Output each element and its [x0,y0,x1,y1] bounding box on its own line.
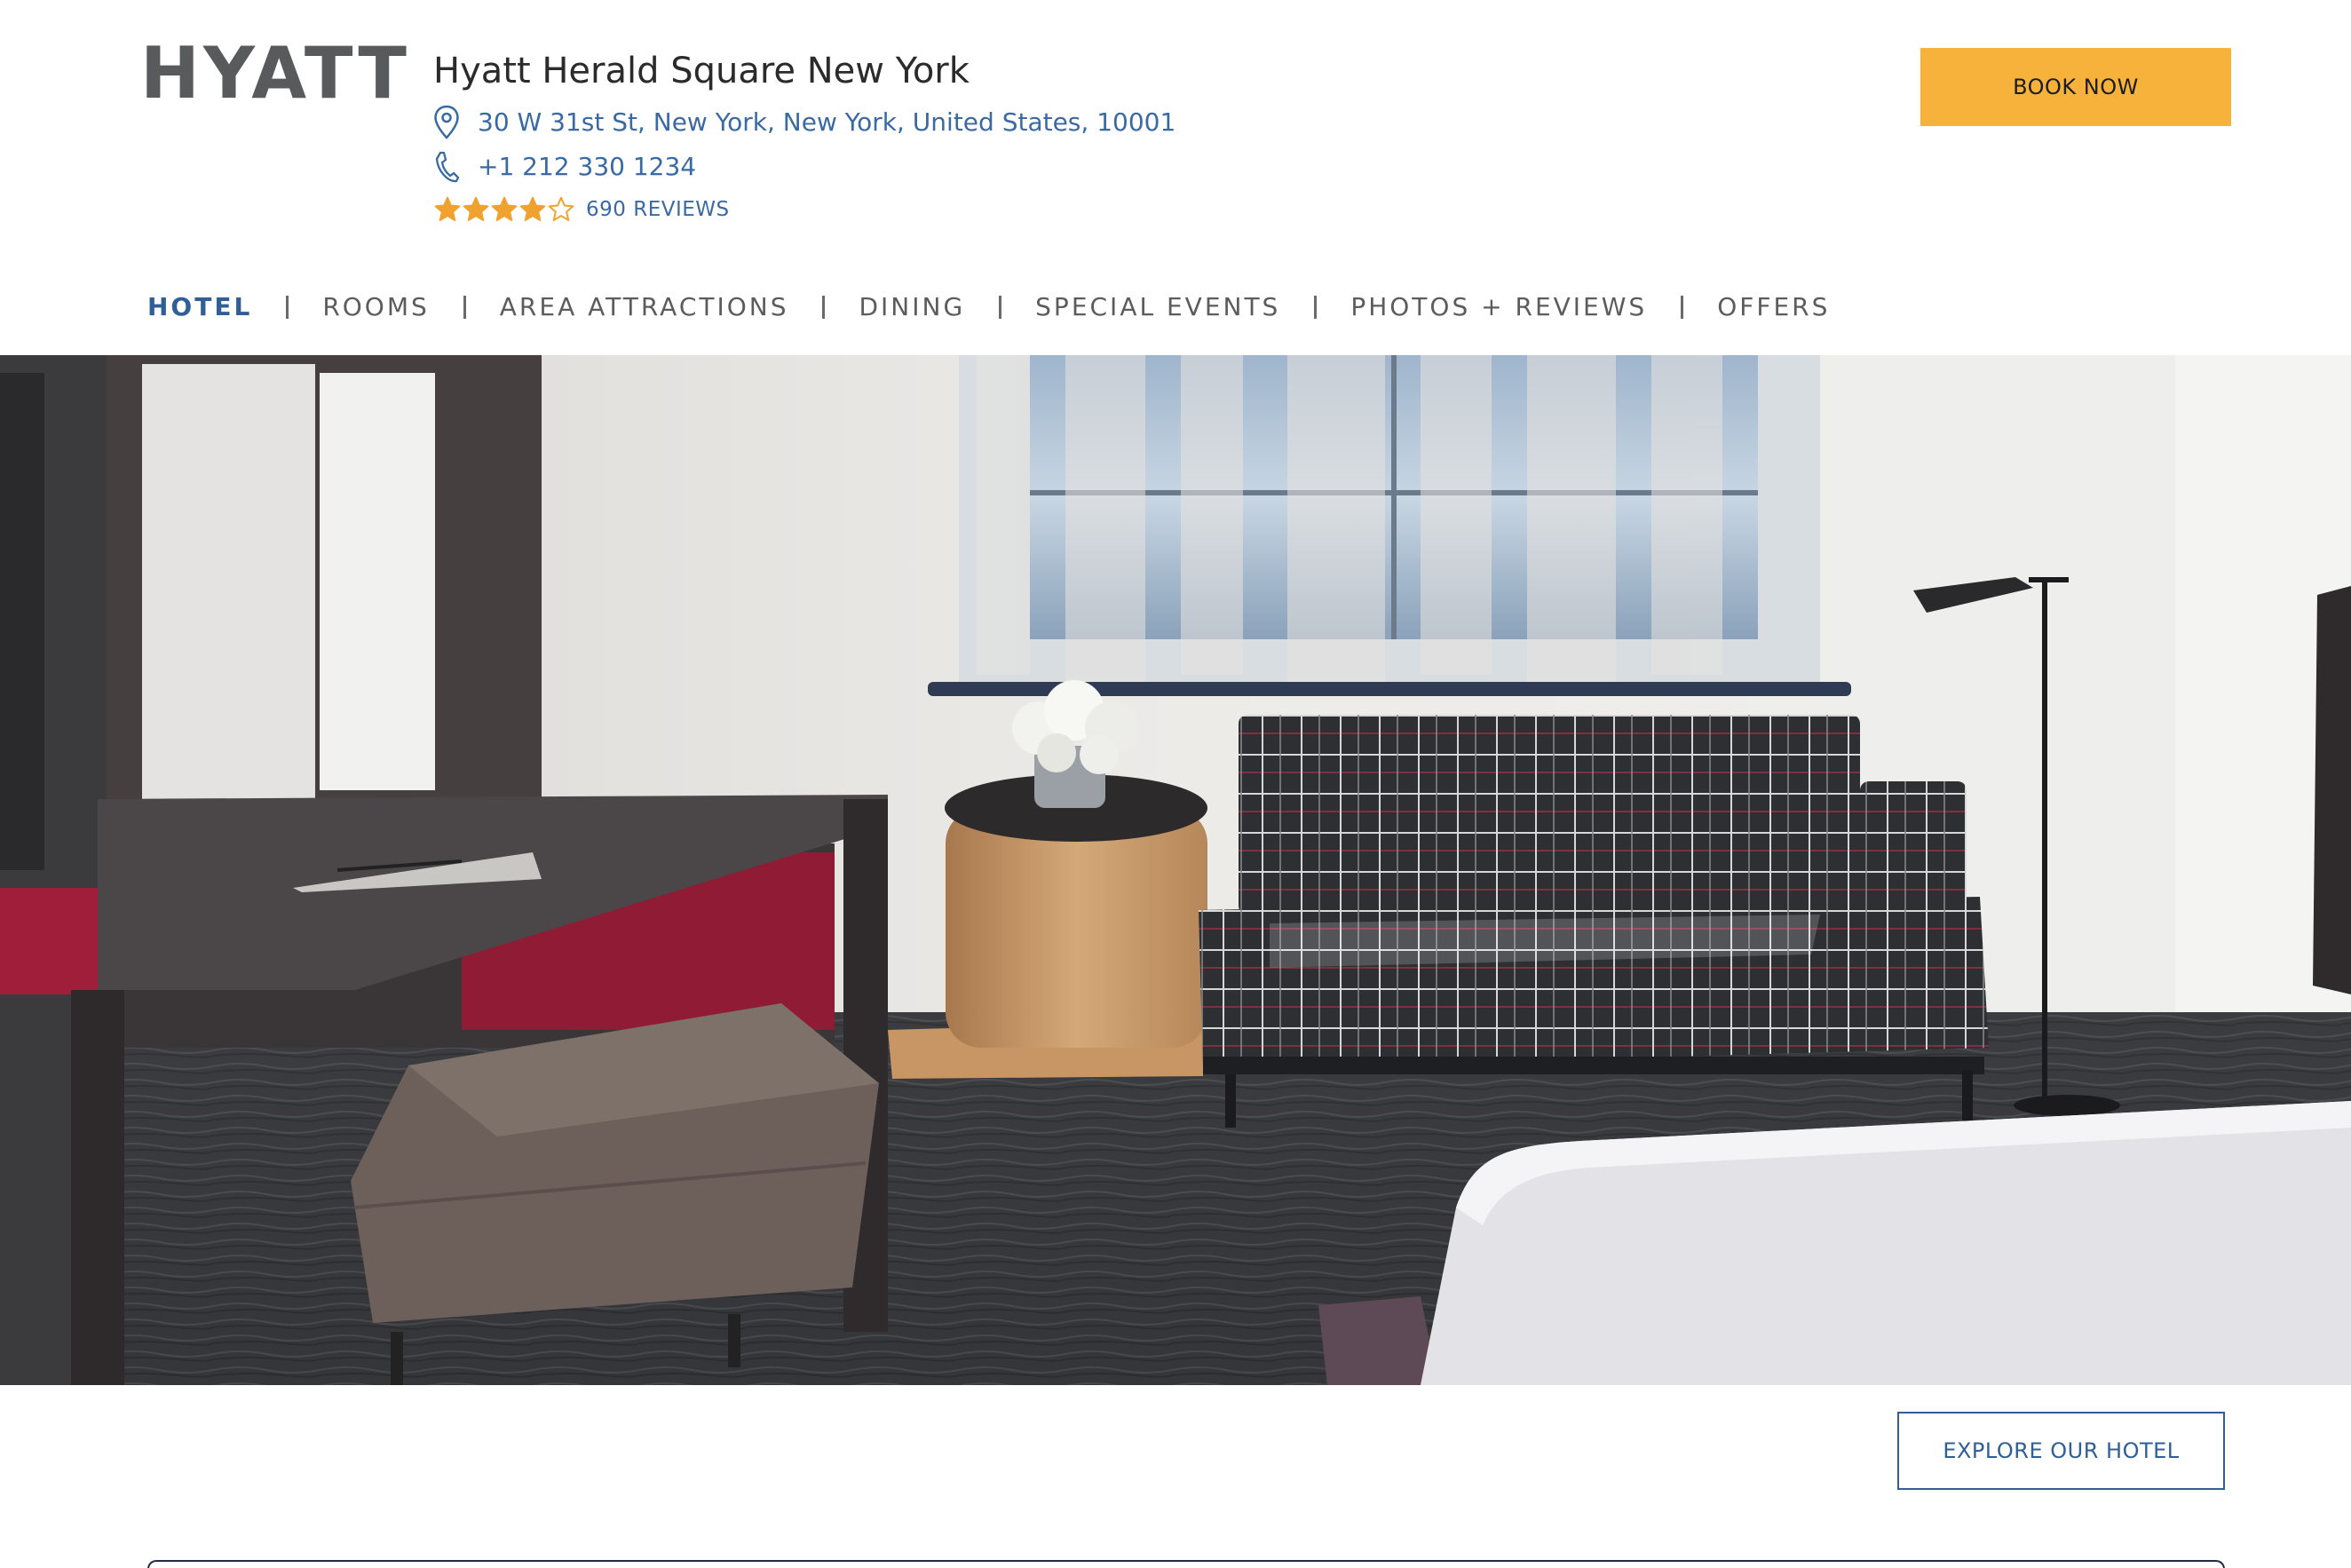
nav-item-photos-reviews[interactable]: PHOTOS + REVIEWS [1350,286,1647,329]
rating-row: 690 REVIEWS [433,195,730,224]
map-pin-icon [433,103,469,142]
content-panel-edge [147,1560,2225,1568]
star-empty-icon [547,195,575,224]
nav-item-hotel[interactable]: HOTEL [147,286,252,329]
nav-separator [822,296,826,319]
star-filled-icon [518,195,547,224]
nav-item-special-events[interactable]: SPECIAL EVENTS [1035,286,1280,329]
book-now-button[interactable]: BOOK NOW [1920,48,2231,126]
nav-separator [1314,296,1318,319]
nav-separator [999,296,1002,319]
nav-item-offers[interactable]: OFFERS [1717,286,1830,329]
hotel-address-row[interactable]: 30 W 31st St, New York, New York, United… [433,103,1176,142]
hotel-phone-link[interactable]: +1 212 330 1234 [478,147,696,186]
registered-mark: ® [384,44,392,57]
star-rating [433,195,575,224]
phone-icon [433,147,469,186]
hotel-phone-row[interactable]: +1 212 330 1234 [433,147,696,186]
hyatt-logo[interactable]: HYATT ® [140,38,407,109]
hero-image [0,355,2351,1385]
hotel-info: Hyatt Herald Square New York 30 W 31st S… [433,46,1176,221]
nav-item-area-attractions[interactable]: AREA ATTRACTIONS [500,286,789,329]
star-filled-icon [433,195,462,224]
reviews-link[interactable]: 690 REVIEWS [586,198,730,221]
nav-item-rooms[interactable]: ROOMS [322,286,429,329]
hotel-nav: HOTEL ROOMS AREA ATTRACTIONS DINING SPECIAL … [147,286,1830,329]
star-filled-icon [490,195,518,224]
explore-our-hotel-button[interactable]: EXPLORE OUR HOTEL [1897,1412,2225,1490]
star-filled-icon [462,195,490,224]
nav-item-dining[interactable]: DINING [859,286,965,329]
hotel-room-photo [0,355,2351,1385]
nav-separator [1681,296,1684,319]
nav-separator [286,296,289,319]
hotel-address-link[interactable]: 30 W 31st St, New York, New York, United… [478,103,1176,142]
hotel-name: Hyatt Herald Square New York [433,51,970,91]
nav-separator [463,296,466,319]
logo-wordmark: HYATT [140,32,410,115]
